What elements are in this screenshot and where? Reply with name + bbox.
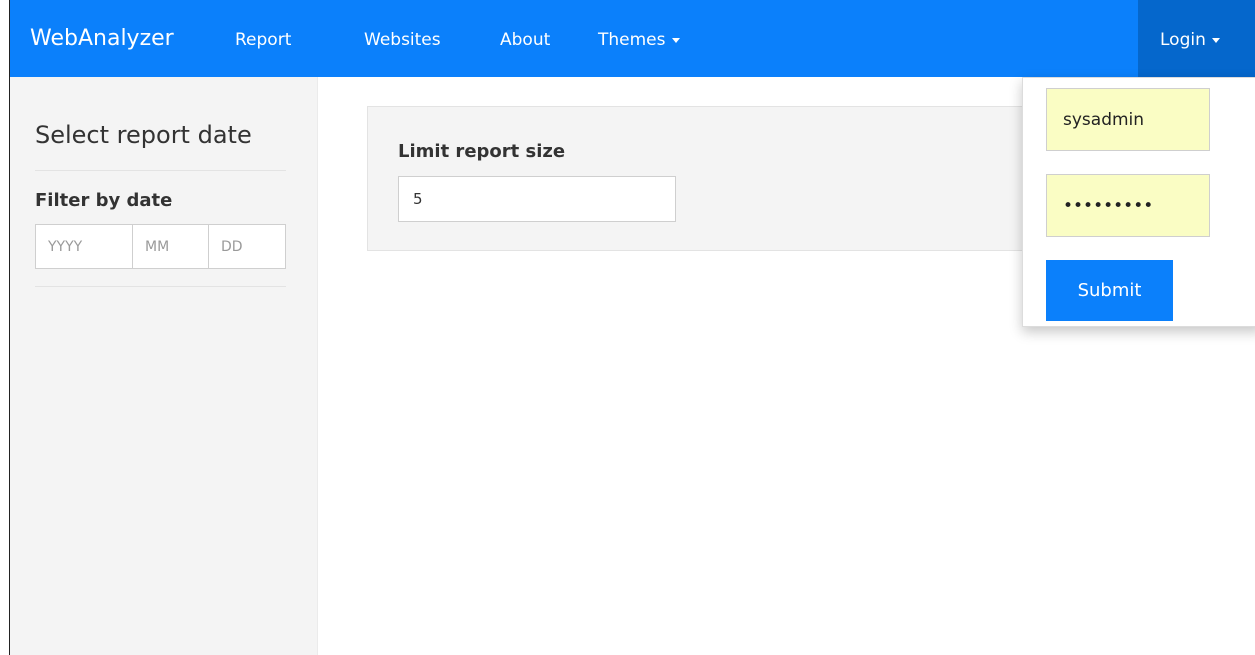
caret-down-icon bbox=[1211, 37, 1220, 43]
password-input[interactable] bbox=[1046, 174, 1210, 237]
brand-logo[interactable]: WebAnalyzer bbox=[30, 0, 174, 77]
sidebar-title: Select report date bbox=[35, 121, 252, 149]
sidebar-divider bbox=[35, 286, 286, 287]
nav-item-websites[interactable]: Websites bbox=[364, 0, 441, 77]
username-input[interactable] bbox=[1046, 88, 1210, 151]
nav-item-themes-label: Themes bbox=[598, 30, 666, 50]
limit-report-size-label: Limit report size bbox=[398, 141, 566, 162]
nav-item-login-label: Login bbox=[1160, 30, 1206, 50]
sidebar-divider bbox=[35, 170, 286, 171]
report-settings-panel: Limit report size bbox=[367, 106, 1067, 251]
month-input[interactable] bbox=[132, 224, 209, 269]
navbar: WebAnalyzer Report Websites About Themes… bbox=[10, 0, 1255, 77]
year-input[interactable] bbox=[35, 224, 133, 269]
submit-button[interactable]: Submit bbox=[1046, 260, 1173, 321]
sidebar: Select report date Filter by date bbox=[10, 77, 318, 655]
app-window: WebAnalyzer Report Websites About Themes… bbox=[9, 0, 1255, 655]
day-input[interactable] bbox=[208, 224, 286, 269]
login-dropdown: Submit bbox=[1022, 77, 1255, 327]
caret-down-icon bbox=[671, 37, 680, 43]
nav-item-themes[interactable]: Themes bbox=[598, 0, 680, 77]
filter-by-date-label: Filter by date bbox=[35, 190, 173, 211]
nav-item-about[interactable]: About bbox=[500, 0, 550, 77]
nav-item-login[interactable]: Login bbox=[1138, 0, 1255, 77]
nav-item-report[interactable]: Report bbox=[235, 0, 291, 77]
limit-report-size-input[interactable] bbox=[398, 176, 676, 222]
